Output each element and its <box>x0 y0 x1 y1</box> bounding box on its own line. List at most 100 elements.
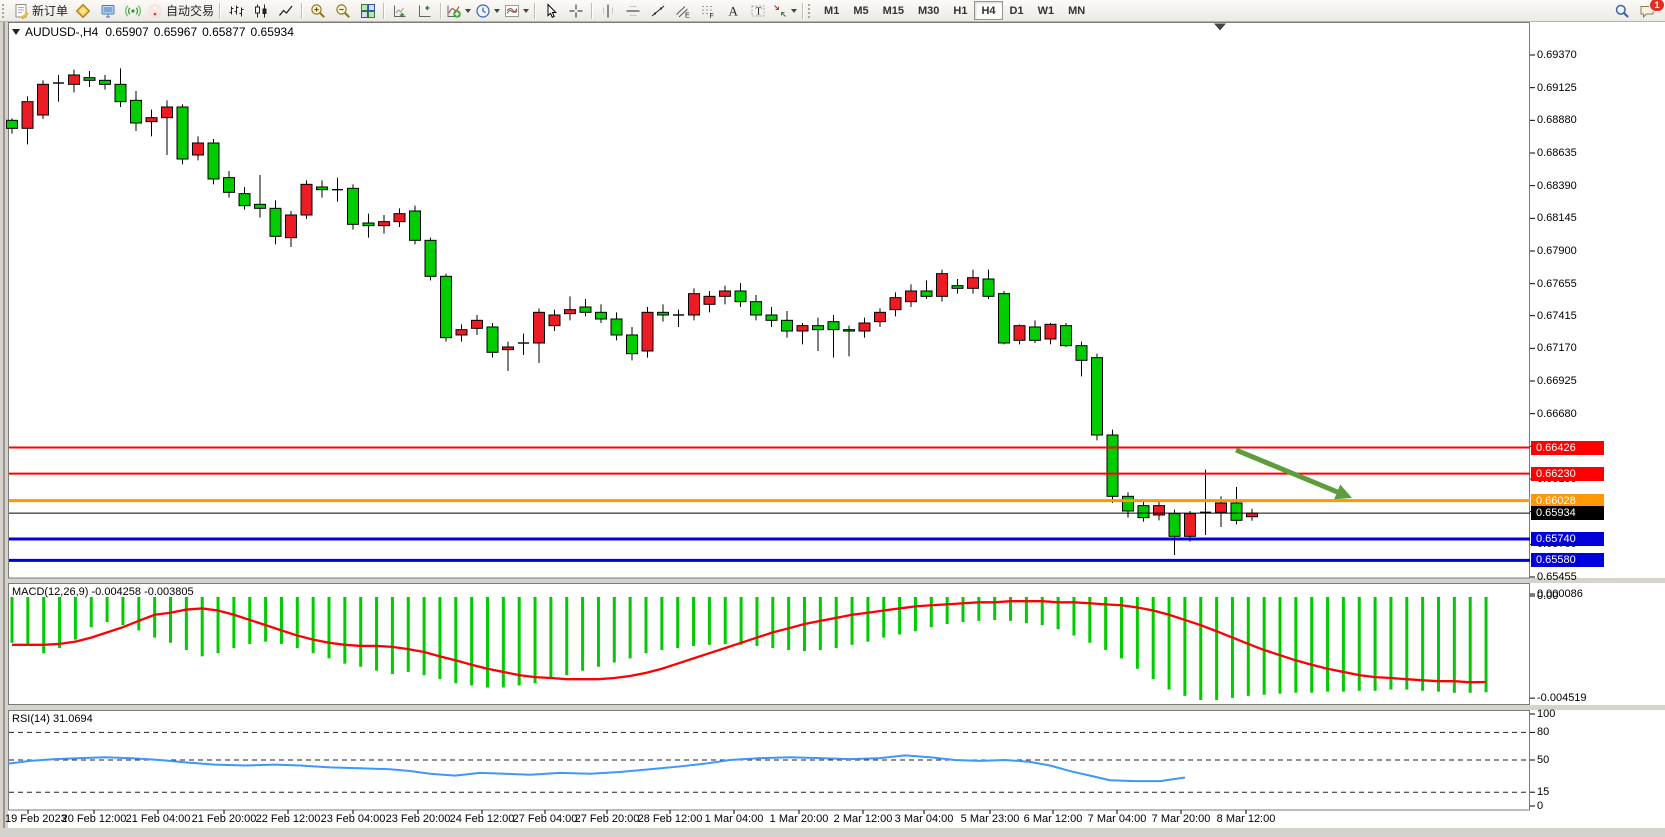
toolbar-right: 1 <box>1609 1 1659 20</box>
svg-text:A: A <box>728 3 738 18</box>
time-axis-label: 24 Feb 12:00 <box>450 813 515 825</box>
timeframe-m1-button[interactable]: M1 <box>817 1 846 20</box>
time-axis-label: 20 Feb 12:00 <box>62 813 127 825</box>
price-tick-label: 0.68145 <box>1537 211 1577 225</box>
periods-button[interactable] <box>473 1 502 20</box>
toolbar-grip[interactable] <box>2 4 7 18</box>
time-axis-label: 7 Mar 04:00 <box>1088 813 1147 825</box>
price-tick-label: 0.67415 <box>1537 309 1577 323</box>
chevron-down-icon[interactable] <box>523 9 529 13</box>
chevron-down-icon[interactable] <box>465 9 471 13</box>
crosshair-button[interactable] <box>563 1 588 20</box>
indicators-icon <box>446 3 462 19</box>
toolbar-separator <box>440 3 441 19</box>
fibonacci-button[interactable]: F <box>695 1 720 20</box>
toolbar-separator <box>383 3 384 19</box>
arrows-button[interactable] <box>770 1 799 20</box>
crosshair-icon <box>568 3 584 19</box>
trendline-button[interactable] <box>645 1 670 20</box>
chevron-down-icon[interactable] <box>494 9 500 13</box>
toolbar-separator <box>534 3 535 19</box>
macd-axis-label: -0.004519 <box>1537 691 1587 705</box>
time-axis-label: 1 Mar 20:00 <box>770 813 829 825</box>
toolbar-grip[interactable] <box>808 4 813 18</box>
level-price-label: 0.65934 <box>1531 506 1604 520</box>
chart-symbol: AUDUSD-,H4 <box>25 25 98 39</box>
price-tick-label: 0.67655 <box>1537 277 1577 291</box>
time-axis-label: 27 Feb 20:00 <box>575 813 640 825</box>
price-tick-label: 0.68880 <box>1537 113 1577 127</box>
auto-trading-button[interactable]: 自动交易 <box>145 1 216 20</box>
price-tick-label: 0.67170 <box>1537 341 1577 355</box>
text-icon: A <box>725 3 741 19</box>
timeframe-mn-button[interactable]: MN <box>1061 1 1092 20</box>
rsi-axis-label: 50 <box>1537 753 1549 767</box>
candlestick-mode-button[interactable] <box>248 1 273 20</box>
rsi-label: RSI(14) 31.0694 <box>12 713 93 725</box>
collapse-arrow-icon[interactable] <box>12 29 20 35</box>
svg-text:E: E <box>685 12 690 19</box>
time-axis-label: 2 Mar 12:00 <box>834 813 893 825</box>
search-button[interactable] <box>1609 1 1634 20</box>
chart-canvas[interactable] <box>0 0 1665 837</box>
notifications-button[interactable]: 1 <box>1634 1 1659 20</box>
toolbar-separator <box>591 3 592 19</box>
bar-chart-mode-button[interactable] <box>223 1 248 20</box>
zoom-out-button[interactable] <box>330 1 355 20</box>
cursor-icon <box>543 3 559 19</box>
market-watch-button[interactable] <box>95 1 120 20</box>
timeframe-m15-button[interactable]: M15 <box>876 1 911 20</box>
time-axis-label: 27 Feb 04:00 <box>513 813 578 825</box>
level-price-label: 0.65740 <box>1531 532 1604 546</box>
timeframe-w1-button[interactable]: W1 <box>1031 1 1062 20</box>
timeframe-m5-button[interactable]: M5 <box>846 1 875 20</box>
time-axis-label: 1 Mar 04:00 <box>705 813 764 825</box>
price-tick-label: 0.69370 <box>1537 48 1577 62</box>
chart-window-button[interactable] <box>70 1 95 20</box>
rsi-name: RSI(14) <box>12 713 50 725</box>
svg-text:T: T <box>755 6 761 17</box>
new-order-button[interactable]: 新订单 <box>11 1 70 20</box>
chart-shift-button[interactable] <box>412 1 437 20</box>
fibonacci-icon: F <box>700 3 716 19</box>
time-axis-label: 22 Feb 12:00 <box>256 813 321 825</box>
timeframe-m30-button[interactable]: M30 <box>911 1 946 20</box>
horizontal-line-button[interactable] <box>620 1 645 20</box>
search-icon <box>1614 3 1630 19</box>
channel-icon: E <box>675 3 691 19</box>
timeframe-d1-button[interactable]: D1 <box>1003 1 1031 20</box>
tile-windows-button[interactable] <box>355 1 380 20</box>
macd-value-main: -0.004258 <box>91 586 141 598</box>
auto-scroll-button[interactable] <box>387 1 412 20</box>
text-label-button[interactable]: T <box>745 1 770 20</box>
svg-text:F: F <box>709 13 713 19</box>
timeframe-h4-button[interactable]: H4 <box>974 1 1002 20</box>
text-button[interactable]: A <box>720 1 745 20</box>
price-tick-label: 0.68390 <box>1537 179 1577 193</box>
price-tick-label: 0.65455 <box>1537 570 1577 584</box>
indicators-button[interactable] <box>444 1 473 20</box>
ohlc-low: 0.65877 <box>202 25 245 39</box>
timeframe-h1-button[interactable]: H1 <box>946 1 974 20</box>
rsi-axis-label: 15 <box>1537 785 1549 799</box>
rsi-axis-label: 80 <box>1537 725 1549 739</box>
templates-button[interactable] <box>502 1 531 20</box>
toolbar: 新订单 自动交易 E F A T M1M5M15M30H1H4D1W1MN 1 <box>0 0 1665 22</box>
chevron-down-icon[interactable] <box>791 9 797 13</box>
signal-button[interactable] <box>120 1 145 20</box>
cursor-button[interactable] <box>538 1 563 20</box>
zoom-out-icon <box>335 3 351 19</box>
macd-name: MACD(12,26,9) <box>12 586 88 598</box>
ohlc-open: 0.65907 <box>105 25 148 39</box>
toolbar-separator <box>802 3 803 19</box>
line-chart-mode-button[interactable] <box>273 1 298 20</box>
chart-shift-icon <box>417 3 433 19</box>
rsi-value: 31.0694 <box>53 713 93 725</box>
price-tick-label: 0.69125 <box>1537 81 1577 95</box>
vertical-line-button[interactable] <box>595 1 620 20</box>
chart-title: AUDUSD-,H4 0.65907 0.65967 0.65877 0.659… <box>12 25 294 39</box>
rsi-axis-label: 0 <box>1537 799 1543 813</box>
equidistant-channel-button[interactable]: E <box>670 1 695 20</box>
zoom-in-button[interactable] <box>305 1 330 20</box>
bar-chart-icon <box>228 3 244 19</box>
